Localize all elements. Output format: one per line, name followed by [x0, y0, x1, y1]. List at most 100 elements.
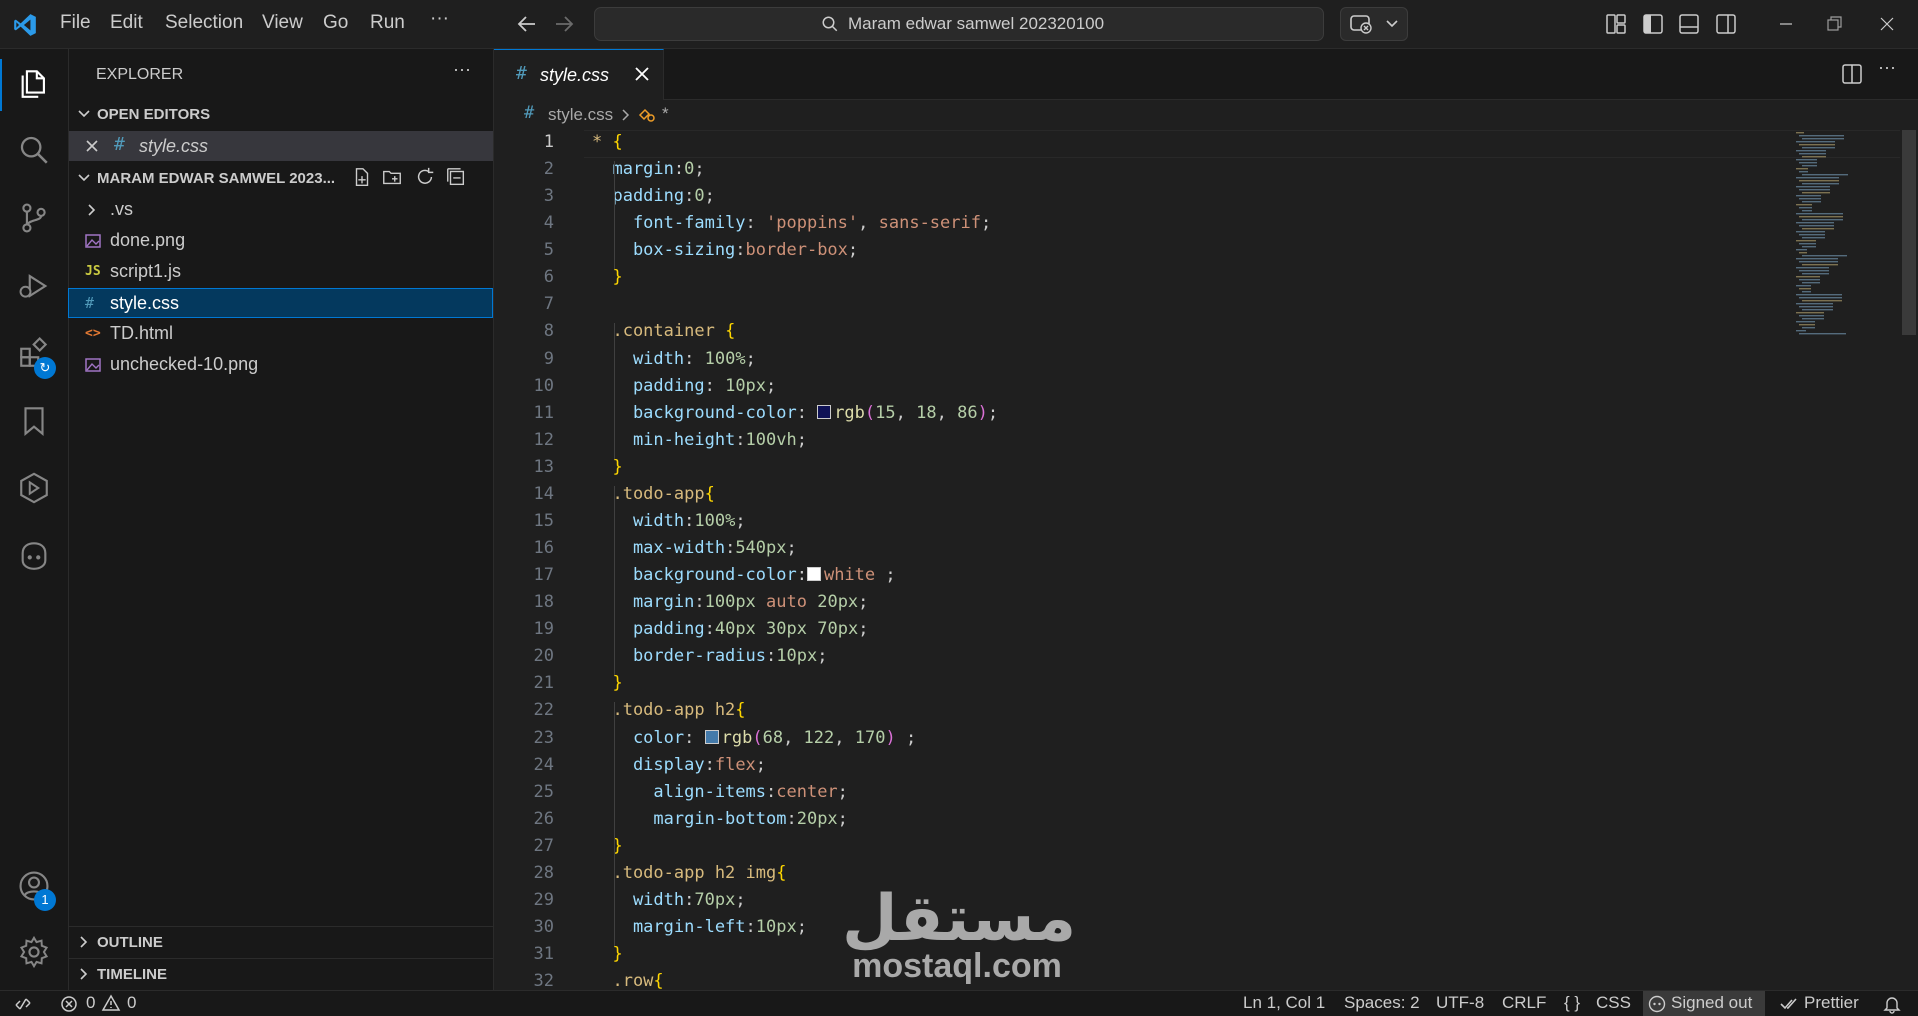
explorer-more-actions[interactable]: ··· — [453, 59, 471, 80]
file-item-style-css[interactable]: # style.css — [68, 288, 493, 318]
close-editor-icon[interactable] — [85, 139, 99, 153]
cursor-position[interactable]: Ln 1, Col 1 — [1243, 993, 1325, 1013]
folder-header[interactable]: MARAM EDWAR SAMWEL 2023... — [97, 170, 335, 187]
settings-gear-icon[interactable] — [17, 935, 51, 969]
code-line: box-sizing:border-box; — [592, 240, 859, 261]
language-braces-icon[interactable]: { } — [1564, 993, 1580, 1013]
account-label: Signed out — [1671, 993, 1753, 1012]
minimap-line — [1799, 324, 1815, 326]
chevron-down-icon[interactable] — [77, 107, 91, 121]
search-view-icon[interactable] — [17, 133, 51, 167]
file-item-done-png[interactable]: done.png — [69, 226, 493, 256]
warning-count[interactable]: 0 — [127, 993, 136, 1013]
chevron-down-icon[interactable] — [77, 171, 91, 185]
command-center-search[interactable]: Maram edwar samwel 202320100 — [594, 7, 1324, 41]
run-debug-icon[interactable] — [17, 269, 51, 303]
encoding[interactable]: UTF-8 — [1436, 993, 1484, 1013]
menu-file[interactable]: File — [60, 12, 91, 34]
refresh-icon[interactable] — [414, 166, 436, 188]
open-editors-header[interactable]: OPEN EDITORS — [97, 106, 210, 123]
close-tab-icon[interactable] — [634, 66, 650, 82]
minimap-line — [1802, 210, 1812, 212]
open-editor-item[interactable]: # style.css — [69, 131, 493, 161]
tab-style-css[interactable]: # style.css — [494, 49, 664, 100]
customize-layout-icon[interactable] — [1604, 12, 1628, 36]
color-swatch[interactable] — [806, 567, 821, 582]
timeline-header[interactable]: TIMELINE — [97, 966, 167, 983]
mostaql-watermark: مستقل mostaql.com — [842, 883, 1076, 995]
minimap[interactable] — [1790, 130, 1900, 990]
minimap-line — [1799, 135, 1844, 137]
back-arrow-icon[interactable] — [515, 12, 539, 36]
error-icon[interactable] — [60, 995, 78, 1013]
line-number: 15 — [533, 510, 554, 531]
chevron-right-icon[interactable] — [77, 935, 91, 949]
css-file-icon: # — [516, 63, 527, 84]
file-item-unchecked-png[interactable]: unchecked-10.png — [69, 350, 493, 380]
chevron-right-icon — [88, 204, 96, 216]
forward-arrow-icon[interactable] — [552, 12, 576, 36]
file-item-vs[interactable]: .vs — [69, 195, 493, 225]
warning-icon[interactable] — [101, 994, 121, 1012]
indent-guide — [614, 161, 615, 270]
language-mode[interactable]: CSS — [1596, 993, 1631, 1013]
account-status[interactable]: Signed out — [1643, 991, 1765, 1016]
file-item-script1-js[interactable]: JS script1.js — [69, 257, 493, 287]
menu-more[interactable]: ··· — [430, 8, 449, 30]
remote-explorer-icon[interactable] — [17, 471, 51, 505]
toggle-panel-icon[interactable] — [1677, 12, 1701, 36]
editor-scrollbar[interactable] — [1900, 130, 1918, 990]
restore-icon[interactable] — [1822, 12, 1846, 36]
copilot-button[interactable] — [1340, 7, 1408, 41]
minimap-line — [1802, 273, 1829, 275]
notifications-bell-icon[interactable] — [1882, 994, 1902, 1014]
menu-selection[interactable]: Selection — [165, 12, 243, 34]
menu-view[interactable]: View — [262, 12, 303, 34]
minimize-icon[interactable] — [1774, 12, 1798, 36]
menu-run[interactable]: Run — [370, 12, 405, 34]
new-folder-icon[interactable] — [381, 166, 403, 188]
minimap-line — [1802, 291, 1811, 293]
end-of-line[interactable]: CRLF — [1502, 993, 1546, 1013]
remote-indicator-icon[interactable] — [14, 995, 32, 1013]
scrollbar-thumb[interactable] — [1902, 130, 1916, 335]
minimap-line — [1799, 198, 1821, 200]
double-check-icon[interactable] — [1780, 995, 1798, 1013]
new-file-icon[interactable] — [351, 166, 373, 188]
minimap-line — [1802, 228, 1834, 230]
line-number: 2 — [543, 159, 554, 180]
file-item-td-html[interactable]: <> TD.html — [69, 319, 493, 349]
outline-header[interactable]: OUTLINE — [97, 934, 163, 951]
line-number: 20 — [533, 646, 554, 667]
menu-edit[interactable]: Edit — [110, 12, 143, 34]
breadcrumb-file[interactable]: style.css — [548, 105, 613, 125]
copilot-chat-icon[interactable] — [17, 539, 51, 573]
line-number: 26 — [533, 808, 554, 829]
chevron-right-icon — [622, 109, 630, 121]
line-number: 30 — [533, 917, 554, 938]
menu-go[interactable]: Go — [323, 12, 348, 34]
minimap-line — [1796, 141, 1835, 143]
error-count[interactable]: 0 — [86, 993, 95, 1013]
explorer-icon[interactable] — [17, 67, 51, 101]
minimap-line — [1802, 327, 1815, 329]
chevron-right-icon[interactable] — [77, 967, 91, 981]
indentation[interactable]: Spaces: 2 — [1344, 993, 1420, 1013]
toggle-primary-sidebar-icon[interactable] — [1641, 12, 1665, 36]
minimap-line — [1796, 240, 1816, 242]
toggle-secondary-sidebar-icon[interactable] — [1714, 12, 1738, 36]
code-editor[interactable]: 1 2 3 4 5 6 7 8 9 10 11 12 13 14 15 16 17 18 19 20 21 22 23 24 2… — [494, 130, 1918, 991]
prettier-status[interactable]: Prettier — [1804, 993, 1859, 1013]
bookmark-icon[interactable] — [17, 404, 51, 438]
indent-guide — [614, 323, 615, 459]
source-control-icon[interactable] — [17, 201, 51, 235]
collapse-all-icon[interactable] — [445, 166, 467, 188]
split-editor-icon[interactable] — [1840, 62, 1864, 86]
minimap-line — [1796, 186, 1830, 188]
editor-more-actions[interactable]: ··· — [1878, 57, 1896, 78]
css-file-icon: # — [114, 134, 125, 155]
breadcrumb-symbol[interactable]: * — [662, 104, 669, 124]
color-swatch[interactable] — [704, 729, 719, 744]
close-window-icon[interactable] — [1875, 12, 1899, 36]
color-swatch[interactable] — [817, 404, 832, 419]
